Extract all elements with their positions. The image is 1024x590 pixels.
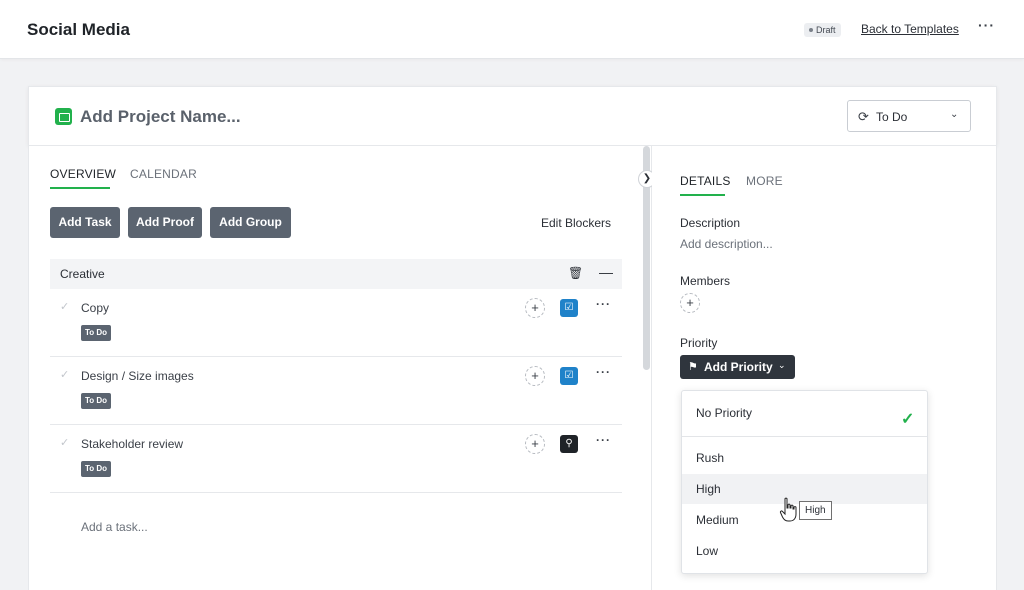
checkmark-icon[interactable]: ✓ bbox=[60, 368, 69, 381]
page-title: Social Media bbox=[27, 20, 130, 39]
tab-details[interactable]: DETAILS bbox=[680, 174, 731, 188]
overview-panel: OVERVIEW CALENDAR Add Task Add Proof Add… bbox=[28, 146, 656, 590]
folder-icon bbox=[55, 108, 72, 125]
checkmark-icon[interactable]: ✓ bbox=[60, 436, 69, 449]
priority-dropdown: No Priority ✓ Rush High Medium Low bbox=[681, 390, 928, 574]
add-task-input[interactable]: Add a task... bbox=[81, 520, 148, 534]
tab-calendar[interactable]: CALENDAR bbox=[130, 167, 197, 181]
option-label: No Priority bbox=[696, 406, 753, 420]
status-cycle-icon: ⟳ bbox=[858, 109, 869, 124]
task-name[interactable]: Stakeholder review bbox=[81, 437, 183, 451]
add-priority-button[interactable]: ⚑ Add Priority ⌄ bbox=[680, 355, 795, 379]
chevron-down-icon: ⌄ bbox=[950, 109, 959, 120]
option-label: Low bbox=[696, 544, 719, 558]
priority-option-high[interactable]: High bbox=[682, 474, 927, 504]
task-more-icon[interactable]: ··· bbox=[596, 365, 611, 379]
task-row[interactable]: ✓ Copy To Do + ☑ ··· bbox=[50, 289, 622, 357]
project-header: Add Project Name... ⟳ To Do ⌄ bbox=[28, 86, 997, 146]
proof-icon[interactable]: ⚲ bbox=[560, 435, 578, 453]
tab-more[interactable]: MORE bbox=[746, 174, 783, 188]
add-member-icon[interactable]: + bbox=[680, 293, 700, 313]
status-badge: To Do bbox=[81, 325, 112, 341]
collapse-minus-icon[interactable]: — bbox=[599, 264, 613, 280]
task-more-icon[interactable]: ··· bbox=[596, 297, 611, 311]
tab-details-underline bbox=[680, 194, 725, 196]
draft-badge: Draft bbox=[804, 23, 841, 37]
add-priority-label: Add Priority bbox=[704, 360, 773, 374]
divider bbox=[682, 436, 927, 437]
option-label: Medium bbox=[696, 513, 739, 527]
top-bar: Social Media Draft Back to Templates ··· bbox=[0, 0, 1024, 59]
tooltip: High bbox=[799, 501, 832, 520]
tab-overview-underline bbox=[50, 187, 110, 189]
status-dropdown[interactable]: ⟳ To Do ⌄ bbox=[847, 100, 971, 132]
project-name-input[interactable]: Add Project Name... bbox=[80, 107, 241, 127]
task-row[interactable]: ✓ Design / Size images To Do + ☑ ··· bbox=[50, 357, 622, 425]
more-options-icon[interactable]: ··· bbox=[978, 17, 995, 33]
checkmark-icon: ✓ bbox=[901, 411, 915, 428]
add-group-button[interactable]: Add Group bbox=[210, 207, 291, 238]
option-label: High bbox=[696, 482, 721, 496]
draft-label: Draft bbox=[816, 25, 836, 35]
edit-blockers-button[interactable]: Edit Blockers bbox=[541, 216, 611, 230]
priority-label: Priority bbox=[680, 336, 718, 350]
task-check-icon[interactable]: ☑ bbox=[560, 367, 578, 385]
status-dot-icon bbox=[809, 27, 813, 32]
back-to-templates-link[interactable]: Back to Templates bbox=[861, 22, 959, 36]
tab-overview[interactable]: OVERVIEW bbox=[50, 167, 116, 181]
group-name: Creative bbox=[60, 267, 105, 281]
group-header[interactable]: Creative 🗑 — bbox=[50, 259, 622, 289]
task-name[interactable]: Copy bbox=[81, 301, 109, 315]
hand-cursor-icon bbox=[779, 497, 797, 522]
priority-option-low[interactable]: Low bbox=[682, 536, 927, 566]
description-input[interactable]: Add description... bbox=[680, 237, 773, 251]
members-label: Members bbox=[680, 274, 731, 288]
add-assignee-icon[interactable]: + bbox=[525, 298, 545, 318]
task-name[interactable]: Design / Size images bbox=[81, 369, 194, 383]
task-row[interactable]: ✓ Stakeholder review To Do + ⚲ ··· bbox=[50, 425, 622, 493]
status-badge: To Do bbox=[81, 461, 112, 477]
priority-option-no-priority[interactable]: No Priority ✓ bbox=[682, 398, 927, 428]
description-label: Description bbox=[680, 216, 741, 230]
option-label: Rush bbox=[696, 451, 725, 465]
priority-option-rush[interactable]: Rush bbox=[682, 443, 927, 473]
status-value: To Do bbox=[876, 110, 908, 124]
add-task-button[interactable]: Add Task bbox=[50, 207, 120, 238]
task-check-icon[interactable]: ☑ bbox=[560, 299, 578, 317]
trash-icon[interactable]: 🗑 bbox=[568, 266, 583, 280]
status-badge: To Do bbox=[81, 393, 112, 409]
add-assignee-icon[interactable]: + bbox=[525, 434, 545, 454]
flag-icon: ⚑ bbox=[688, 361, 698, 373]
checkmark-icon[interactable]: ✓ bbox=[60, 300, 69, 313]
add-assignee-icon[interactable]: + bbox=[525, 366, 545, 386]
task-more-icon[interactable]: ··· bbox=[596, 433, 611, 447]
chevron-down-icon: ⌄ bbox=[778, 360, 786, 370]
add-proof-button[interactable]: Add Proof bbox=[128, 207, 202, 238]
